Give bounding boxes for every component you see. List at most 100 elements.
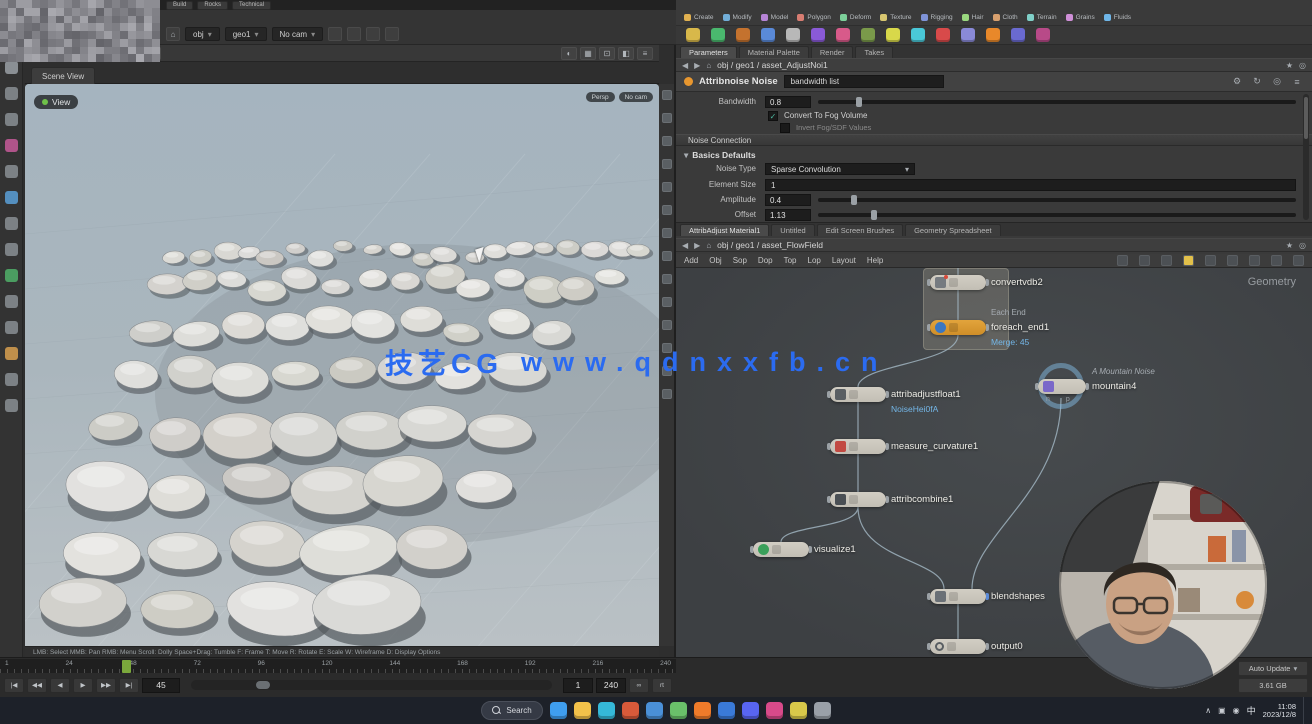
uv-view-icon[interactable] [662,182,672,192]
network-menu-item[interactable]: Sop [733,256,747,265]
shade-mode-icon[interactable]: ◐ [561,47,577,60]
tube-tool-icon[interactable] [736,28,750,42]
network-menu-item[interactable]: Layout [832,256,856,265]
pane-tab[interactable]: Geometry Spreadsheet [905,224,1001,236]
shadows-icon[interactable] [662,297,672,307]
node-foreach-end1[interactable]: Each End foreach_end1 Merge: 45 [930,320,986,335]
scrollbar[interactable] [1303,94,1309,220]
lights-rail-icon[interactable] [5,373,18,386]
shelf-tab[interactable]: Deform [840,14,871,21]
favorite-icon[interactable] [1286,241,1293,250]
paint-rail-icon[interactable] [5,139,18,152]
param-group-header[interactable]: Basics Defaults [676,149,1312,161]
taskbar-code-icon[interactable] [718,702,735,719]
ipr-icon[interactable] [366,27,380,41]
gear-icon[interactable] [1230,76,1244,87]
camera-lock-icon[interactable]: ⊡ [599,47,615,60]
line-tool-icon[interactable] [786,28,800,42]
go-to-end-button[interactable] [119,678,139,693]
breadcrumb[interactable]: obj / geo1 / asset_AdjustNoi1 [717,60,1280,70]
shelf-tab[interactable]: Rigging [921,14,953,21]
geometry-rail-icon[interactable] [5,87,18,100]
node-attribadjustfloat1[interactable]: attribadjustfloat1 NoiseHei0fA [830,387,886,402]
network-overview-icon[interactable] [1117,255,1128,266]
shelf-tab[interactable]: Create [684,14,714,21]
shelf-tab[interactable]: Fluids [1104,14,1131,21]
pyro-rail-icon[interactable] [5,295,18,308]
previous-keyframe-button[interactable] [27,678,47,693]
shelf-tab[interactable]: Polygon [797,14,831,21]
cache-tool-icon[interactable] [1011,28,1025,42]
param-section-bar[interactable]: Noise Connection [676,134,1312,146]
front-view-icon[interactable] [662,136,672,146]
node-blendshapes[interactable]: blendshapes [930,589,986,604]
render-tool-icon[interactable] [1036,28,1050,42]
taskbar-notes-icon[interactable] [790,702,807,719]
shelf-tab[interactable]: Model [761,14,789,21]
cameras-rail-icon[interactable] [5,399,18,412]
sticky-note-icon[interactable] [1183,255,1194,266]
vdb-tool-icon[interactable] [986,28,1000,42]
shaded-mode-icon[interactable] [662,205,672,215]
smooth-shade-icon[interactable] [662,251,672,261]
network-menu-item[interactable]: Top [784,256,797,265]
show-desktop-button[interactable] [1303,697,1306,724]
terrain-rail-icon[interactable] [5,191,18,204]
param-value-field[interactable]: 0.4 [765,194,811,206]
fluids-rail-icon[interactable] [5,269,18,282]
node-visualize1[interactable]: visualize1 [753,542,809,557]
align-nodes-icon[interactable] [1227,255,1238,266]
home-icon[interactable] [166,27,180,41]
wire-style-icon[interactable] [1249,255,1260,266]
find-node-icon[interactable] [1271,255,1282,266]
network-menu-item[interactable]: Dop [758,256,773,265]
back-icon[interactable] [682,241,688,250]
pane-tab[interactable]: AttribAdjust Material1 [680,224,769,236]
node-attribcombine1[interactable]: attribcombine1 [830,492,886,507]
pin-icon[interactable] [1270,76,1284,87]
node-output0[interactable]: output0 [930,639,986,654]
pane-tab[interactable]: Render [811,46,854,58]
taskbar-settings-icon[interactable] [814,702,831,719]
background-icon[interactable] [662,320,672,330]
noise-type-dropdown[interactable]: Sparse Convolution [765,163,915,175]
materials-rail-icon[interactable] [5,113,18,126]
desktop-tab[interactable]: Rocks [197,1,228,10]
taskbar-houdini-icon[interactable] [694,702,711,719]
noise-tool-icon[interactable] [886,28,900,42]
shelf-tab[interactable]: Texture [880,14,911,21]
network-icon[interactable]: ▣ [1218,706,1226,715]
taskbar-media-icon[interactable] [766,702,783,719]
loop-toggle-icon[interactable]: ∞ [629,678,649,693]
range-start-field[interactable]: 1 [563,678,593,693]
go-to-start-button[interactable] [4,678,24,693]
pane-tab[interactable]: Takes [855,46,893,58]
box-tool-icon[interactable] [686,28,700,42]
hair-rail-icon[interactable] [5,243,18,256]
display-options-icon[interactable]: ≡ [637,47,653,60]
grid-toggle-icon[interactable]: ▦ [580,47,596,60]
top-view-icon[interactable] [662,113,672,123]
render-icon[interactable] [347,27,361,41]
realtime-toggle-icon[interactable]: rt [652,678,672,693]
breadcrumb[interactable]: obj / geo1 / asset_FlowField [717,240,1280,250]
pin-icon[interactable] [1299,241,1306,250]
param-value-field[interactable]: 1 [765,179,1296,191]
network-grid-icon[interactable] [1139,255,1150,266]
taskbar-chat-icon[interactable] [742,702,759,719]
mountain-tool-icon[interactable] [861,28,875,42]
param-slider[interactable] [818,213,1296,217]
taskbar-edge-icon[interactable] [598,702,615,719]
display-options-icon[interactable] [662,389,672,399]
persp-badge[interactable]: Persp [586,92,615,102]
grid-tool-icon[interactable] [761,28,775,42]
ime-indicator[interactable]: 中 [1247,704,1256,717]
favorite-icon[interactable] [1286,61,1293,70]
desktop-tab[interactable]: Technical [232,1,271,10]
taskbar-explorer-icon[interactable] [574,702,591,719]
taskbar-browser-icon[interactable] [622,702,639,719]
next-keyframe-button[interactable] [96,678,116,693]
sphere-tool-icon[interactable] [711,28,725,42]
color-palette-icon[interactable] [1205,255,1216,266]
play-button[interactable] [73,678,93,693]
